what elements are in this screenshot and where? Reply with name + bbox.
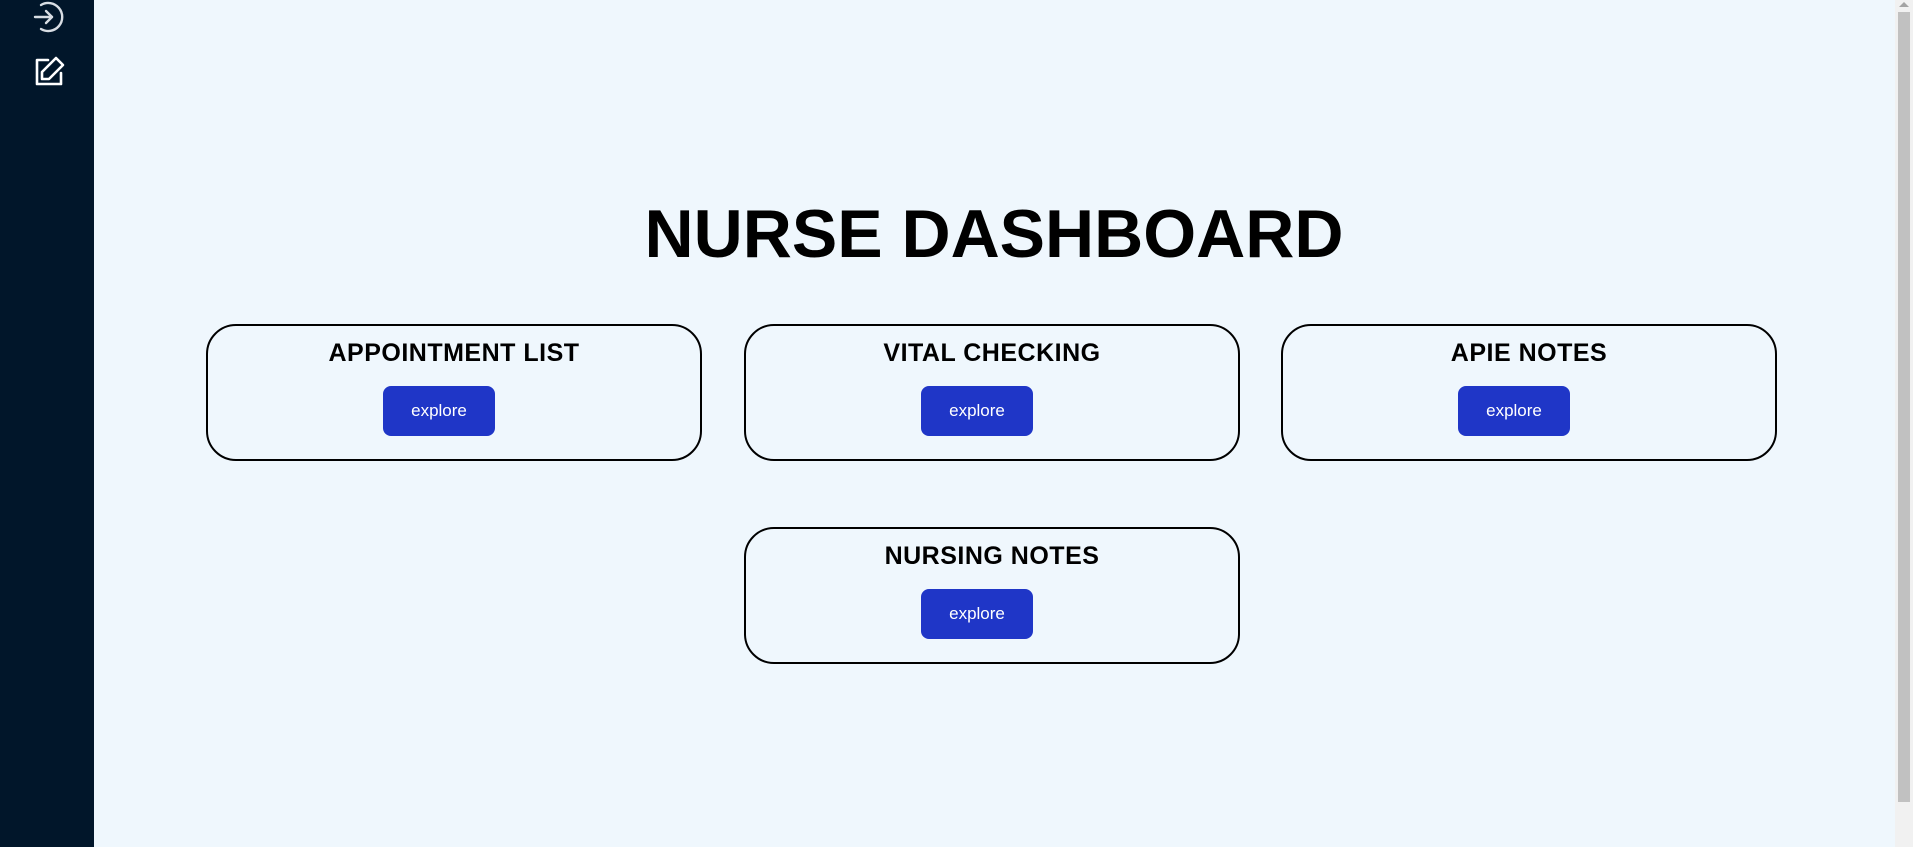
scroll-up-arrow-icon[interactable] xyxy=(1899,2,1909,7)
explore-button[interactable]: explore xyxy=(383,386,495,436)
edit-icon[interactable] xyxy=(32,55,66,89)
scrollbar-thumb[interactable] xyxy=(1898,12,1910,802)
card-appointment-list: APPOINTMENT LIST explore xyxy=(206,324,702,461)
card-vital-checking: VITAL CHECKING explore xyxy=(744,324,1240,461)
login-icon[interactable] xyxy=(32,0,66,34)
main-content: NURSE DASHBOARD APPOINTMENT LIST explore… xyxy=(94,0,1894,847)
vertical-scrollbar[interactable] xyxy=(1895,0,1913,847)
card-apie-notes: APIE NOTES explore xyxy=(1281,324,1777,461)
card-title: NURSING NOTES xyxy=(884,542,1100,570)
card-title: APIE NOTES xyxy=(1450,339,1608,367)
card-title: APPOINTMENT LIST xyxy=(328,339,580,367)
page-title: NURSE DASHBOARD xyxy=(644,196,1344,272)
explore-button[interactable]: explore xyxy=(1458,386,1570,436)
card-title: VITAL CHECKING xyxy=(883,339,1101,367)
card-nursing-notes: NURSING NOTES explore xyxy=(744,527,1240,664)
explore-button[interactable]: explore xyxy=(921,589,1033,639)
sidebar xyxy=(0,0,94,847)
explore-button[interactable]: explore xyxy=(921,386,1033,436)
